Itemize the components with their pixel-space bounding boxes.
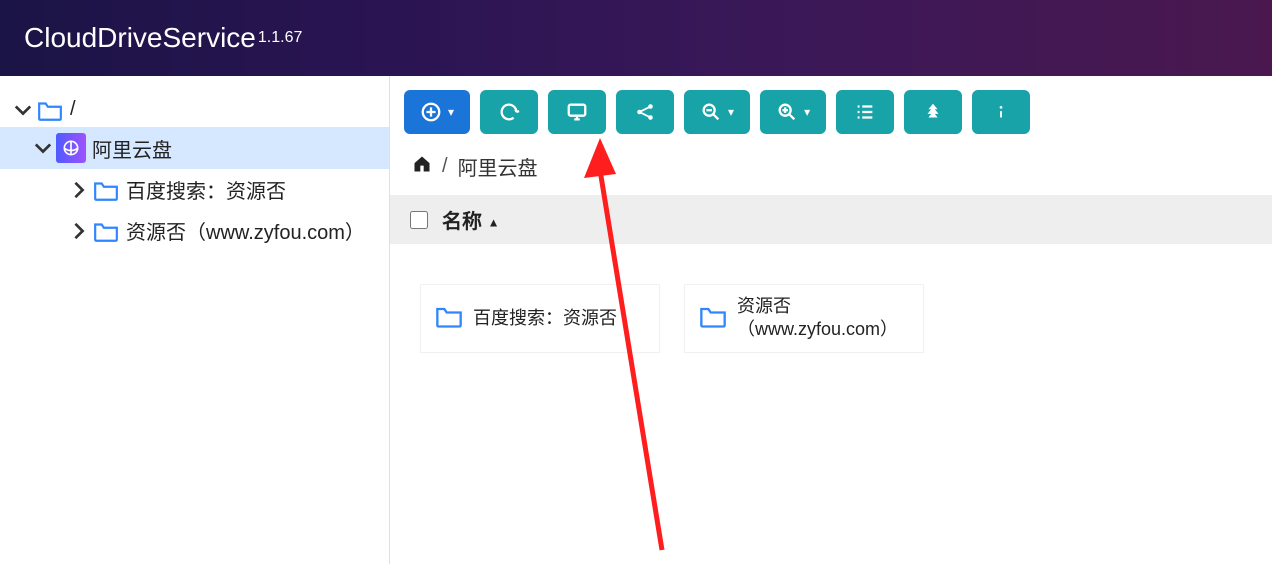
file-grid: 百度搜索：资源否 资源否（www.zyfou.com）	[390, 244, 1272, 393]
info-button[interactable]	[972, 90, 1030, 134]
share-icon	[634, 101, 656, 123]
tree-icon	[922, 101, 944, 123]
list-view-button[interactable]	[836, 90, 894, 134]
sidebar-tree: / 阿里云盘 百度搜索：资源否	[0, 76, 390, 564]
folder-icon	[699, 304, 727, 333]
file-item-label: 百度搜索：资源否	[473, 307, 617, 330]
file-item-label: 资源否（www.zyfou.com）	[737, 295, 909, 342]
select-all-checkbox[interactable]	[410, 211, 428, 229]
refresh-button[interactable]	[480, 90, 538, 134]
folder-icon	[92, 220, 120, 242]
zoom-out-icon	[700, 101, 722, 123]
tree-button[interactable]	[904, 90, 962, 134]
chevron-down-icon[interactable]	[14, 101, 32, 119]
breadcrumb-separator: /	[442, 155, 448, 178]
file-item[interactable]: 资源否（www.zyfou.com）	[684, 284, 924, 353]
caret-down-icon: ▾	[448, 105, 454, 119]
zoom-in-button[interactable]: ▾	[760, 90, 826, 134]
toolbar: ▾ ▾ ▾	[390, 76, 1272, 144]
zoom-out-button[interactable]: ▾	[684, 90, 750, 134]
zoom-in-icon	[776, 101, 798, 123]
column-header-row: 名称 ▲	[390, 195, 1272, 244]
home-icon[interactable]	[412, 154, 432, 180]
chevron-down-icon[interactable]	[34, 139, 52, 157]
refresh-icon	[498, 101, 520, 123]
tree-item-child-0[interactable]: 百度搜索：资源否	[0, 169, 389, 210]
column-name-label: 名称	[442, 211, 482, 233]
info-icon	[990, 101, 1012, 123]
content-area: ▾ ▾ ▾	[390, 76, 1272, 564]
breadcrumb-current[interactable]: 阿里云盘	[458, 152, 538, 181]
plus-circle-icon	[420, 101, 442, 123]
folder-icon	[36, 99, 64, 121]
caret-down-icon: ▾	[804, 105, 810, 119]
cloud-service-icon	[56, 133, 86, 163]
tree-item-label: 阿里云盘	[92, 134, 172, 163]
tree-root[interactable]: /	[0, 92, 389, 127]
app-header: CloudDriveService 1.1.67	[0, 0, 1272, 76]
add-button[interactable]: ▾	[404, 90, 470, 134]
tree-root-label: /	[70, 98, 76, 121]
folder-icon	[92, 179, 120, 201]
app-version: 1.1.67	[258, 29, 302, 47]
tree-item-child-1[interactable]: 资源否（www.zyfou.com）	[0, 210, 389, 251]
mount-button[interactable]	[548, 90, 606, 134]
file-item[interactable]: 百度搜索：资源否	[420, 284, 660, 353]
caret-down-icon: ▾	[728, 105, 734, 119]
tree-item-label: 百度搜索：资源否	[126, 175, 286, 204]
tree-item-aliyun[interactable]: 阿里云盘	[0, 127, 389, 169]
sort-asc-icon: ▲	[488, 216, 500, 230]
breadcrumb: / 阿里云盘	[390, 144, 1272, 195]
app-title: CloudDriveService	[24, 22, 256, 54]
chevron-right-icon[interactable]	[70, 181, 88, 199]
folder-icon	[435, 304, 463, 333]
chevron-right-icon[interactable]	[70, 222, 88, 240]
column-name-header[interactable]: 名称 ▲	[442, 205, 499, 234]
main-area: / 阿里云盘 百度搜索：资源否	[0, 76, 1272, 564]
monitor-icon	[566, 101, 588, 123]
tree-item-label: 资源否（www.zyfou.com）	[126, 216, 365, 245]
share-button[interactable]	[616, 90, 674, 134]
list-icon	[854, 101, 876, 123]
